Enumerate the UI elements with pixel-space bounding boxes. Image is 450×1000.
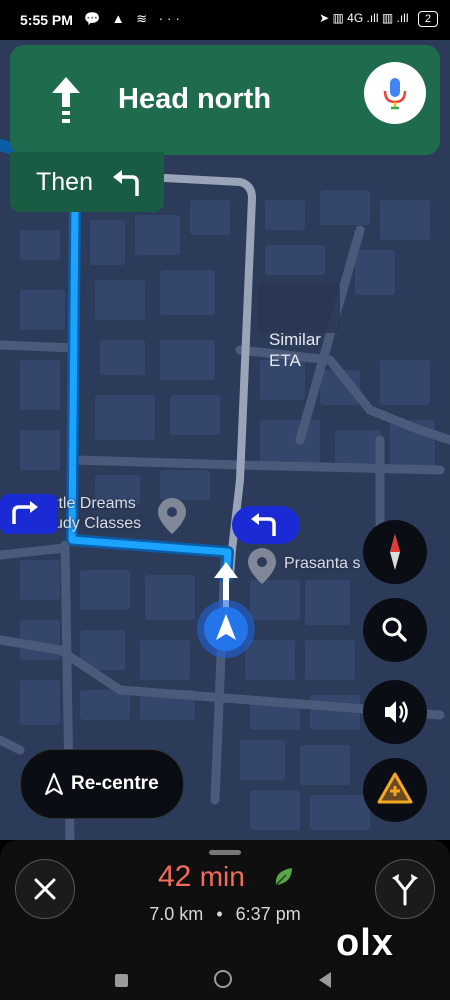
poi-left-line1: ttle Dreams — [54, 495, 136, 512]
instruction-text: Head north — [118, 83, 272, 115]
duration-unit: min — [199, 861, 245, 892]
mic-icon — [383, 78, 407, 110]
turn-left-icon — [251, 513, 276, 536]
alt-route-line2: ETA — [269, 351, 301, 370]
turn-right-chip[interactable] — [0, 494, 58, 534]
compass-button[interactable] — [363, 520, 427, 584]
duration-value: 42 — [158, 860, 192, 893]
alt-route-label-bg — [258, 283, 340, 333]
eco-leaf-icon — [275, 868, 292, 886]
trip-separator: • — [216, 904, 223, 924]
trip-duration: 42 min — [158, 860, 245, 894]
sheet-drag-handle[interactable] — [209, 850, 241, 855]
status-system-icons: ➤ ▥ 4G .ıll ▥ .ıll 2 — [319, 11, 438, 27]
olx-watermark: olx — [336, 922, 394, 964]
poi-left-line2: udy Classes — [54, 515, 142, 532]
trip-summary-sheet[interactable]: 42 min 7.0 km • 6:37 pm olx — [0, 840, 450, 1000]
navigation-instruction-card[interactable]: Head north — [10, 45, 440, 155]
voice-search-button[interactable] — [364, 62, 426, 124]
alternate-routes-button[interactable] — [375, 859, 435, 919]
signal-icons: ➤ ▥ 4G .ıll ▥ .ıll — [319, 11, 409, 25]
trip-arrival-time: 6:37 pm — [235, 904, 301, 924]
status-bar: 5:55 PM 💬 ▲ ≋ ··· ➤ ▥ 4G .ıll ▥ .ıll 2 — [0, 0, 450, 40]
recentre-label: Re-centre — [71, 773, 159, 794]
battery-indicator: 2 — [417, 11, 438, 27]
alt-route-label[interactable]: Similar ETA — [269, 329, 321, 371]
poi-label-right[interactable]: Prasanta s — [284, 554, 360, 574]
head-north-arrow-icon — [52, 77, 80, 123]
turn-left-chip[interactable] — [232, 506, 300, 544]
home-button[interactable] — [214, 970, 232, 988]
compass-icon — [390, 534, 400, 570]
back-button[interactable] — [319, 972, 331, 988]
recents-button[interactable] — [115, 974, 128, 987]
alt-route-line1: Similar — [269, 330, 321, 349]
recentre-button[interactable]: Re-centre — [20, 749, 184, 819]
navigation-arrow-icon — [45, 773, 63, 795]
status-notification-icons: 💬 ▲ ≋ ··· — [84, 11, 184, 26]
search-button[interactable] — [363, 598, 427, 662]
turn-left-icon — [113, 170, 139, 196]
sound-icon — [385, 701, 408, 723]
status-time: 5:55 PM — [20, 12, 73, 28]
then-instruction-card[interactable]: Then — [10, 152, 164, 212]
then-label: Then — [36, 168, 93, 196]
report-incident-button[interactable] — [363, 758, 427, 822]
trip-distance: 7.0 km — [149, 904, 204, 924]
route-fork-icon — [392, 874, 418, 906]
poi-label-left[interactable]: ttle Dreams udy Classes — [54, 494, 141, 534]
turn-right-icon — [12, 501, 38, 524]
search-icon — [382, 617, 407, 642]
report-incident-icon — [377, 772, 413, 804]
sound-button[interactable] — [363, 680, 427, 744]
